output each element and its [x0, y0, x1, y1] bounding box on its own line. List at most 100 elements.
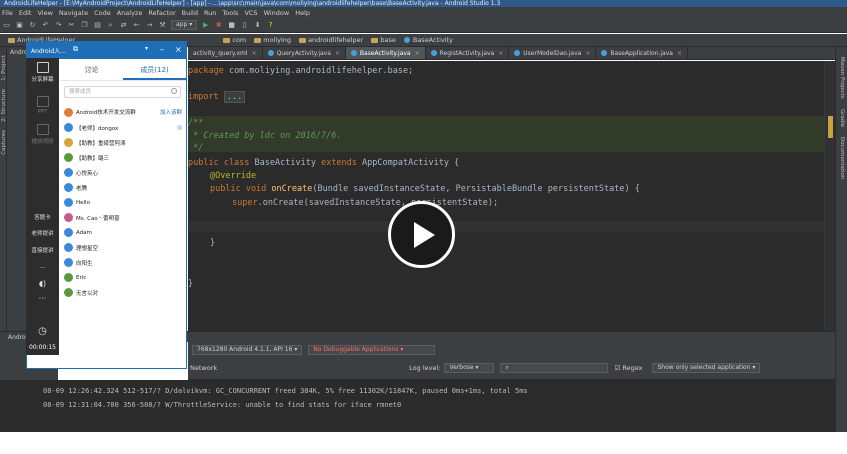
back-icon[interactable]: ← — [132, 21, 141, 30]
tool-gradle[interactable]: Gradle — [839, 109, 845, 127]
menu-window[interactable]: Window — [264, 9, 290, 17]
keyword: public void — [210, 184, 267, 194]
replace-icon[interactable]: ⇄ — [119, 21, 128, 30]
member-row[interactable]: 【老师】dongox ◎ — [60, 120, 186, 135]
play-video-button[interactable]: 播放视频 — [26, 124, 59, 145]
regex-checkbox[interactable]: ☑ Regex — [614, 364, 642, 372]
menu-analyze[interactable]: Analyze — [117, 9, 143, 17]
member-row[interactable]: Adam — [60, 225, 186, 240]
chevron-down-icon[interactable]: ▾ — [145, 45, 148, 52]
tab-query-activity[interactable]: QueryActivity.java × — [263, 47, 346, 59]
direct-talk-button[interactable]: 直接提讲 — [26, 246, 59, 254]
menu-file[interactable]: File — [2, 9, 13, 17]
device-select[interactable]: 768x1280 Android 4.1.1, API 16 ▾ — [192, 344, 303, 355]
tab-members[interactable]: 成员(12) — [123, 59, 186, 80]
popout-icon[interactable]: ⧉ — [73, 45, 78, 54]
minimize-icon[interactable]: – — [160, 45, 164, 54]
member-row[interactable]: 【助教】璐三 — [60, 150, 186, 165]
menu-navigate[interactable]: Navigate — [59, 9, 88, 17]
signal-icon[interactable]: ⌔ — [26, 265, 59, 275]
member-row[interactable]: Hello — [60, 195, 186, 210]
process-select[interactable]: No Debuggable Applications ▾ — [308, 344, 436, 355]
breadcrumb-moliying[interactable]: moliying — [254, 36, 291, 44]
menu-refactor[interactable]: Refactor — [148, 9, 175, 17]
member-search-input[interactable]: 搜索成员 — [64, 86, 181, 98]
breadcrumb-com[interactable]: com — [223, 36, 246, 44]
group-row[interactable]: Android技术开发交流群 加入该群 — [60, 104, 186, 120]
member-row[interactable]: 向阳生 — [60, 255, 186, 270]
close-icon[interactable]: × — [335, 50, 340, 57]
close-icon[interactable]: × — [252, 50, 257, 57]
class-icon — [267, 50, 274, 56]
logcat-output[interactable]: 08-09 12:26:42.324 512-517/? D/dalvikvm:… — [0, 380, 835, 432]
breadcrumb-androidlifehelper[interactable]: androidlifehelper — [299, 36, 363, 44]
save-icon[interactable]: ▣ — [15, 21, 24, 30]
sync-icon[interactable]: ↻ — [28, 21, 37, 30]
close-icon[interactable]: × — [498, 50, 503, 57]
member-row[interactable]: 心悦英心 — [60, 165, 186, 180]
copy-icon[interactable]: ❐ — [80, 21, 89, 30]
member-row[interactable]: 老腾 — [60, 180, 186, 195]
member-row[interactable]: Ms. Cao丶蕾明普 — [60, 210, 186, 225]
teacher-talk-button[interactable]: 老师提讲 — [26, 229, 59, 237]
join-group-link[interactable]: 加入该群 — [160, 108, 182, 116]
menu-view[interactable]: View — [37, 9, 52, 17]
filter-select[interactable]: Show only selected application ▾ — [652, 363, 761, 373]
tab-activity-query[interactable]: activity_query.xml × — [188, 47, 263, 59]
ppt-button[interactable]: PPT — [26, 96, 59, 115]
menu-tools[interactable]: Tools — [222, 9, 238, 17]
tab-user-model-dao[interactable]: UserModelDao.java × — [509, 47, 597, 59]
forward-icon[interactable]: → — [145, 21, 154, 30]
member-name: 无言以对 — [76, 290, 99, 297]
undo-icon[interactable]: ↶ — [41, 21, 50, 30]
avd-icon[interactable]: ▯ — [240, 21, 249, 30]
class-name: BaseActivity — [249, 158, 322, 168]
menu-run[interactable]: Run — [204, 9, 216, 17]
close-icon[interactable]: × — [175, 45, 182, 54]
tool-documentation[interactable]: Documentation — [839, 137, 845, 179]
member-row[interactable]: 【助教】重磅营阿涛 — [60, 135, 186, 150]
menu-edit[interactable]: Edit — [19, 9, 32, 17]
close-icon[interactable]: × — [415, 50, 420, 57]
build-icon[interactable]: ⚒ — [158, 21, 167, 30]
close-icon[interactable]: × — [677, 50, 682, 57]
close-icon[interactable]: × — [585, 50, 590, 57]
tab-regist-activity[interactable]: RegistActivity.java × — [426, 47, 510, 59]
tool-maven-projects[interactable]: Maven Projects — [839, 57, 845, 99]
run-config-select[interactable]: app ▾ — [171, 20, 198, 30]
editor-scrollbar[interactable] — [824, 61, 835, 331]
redo-icon[interactable]: ↷ — [54, 21, 63, 30]
help-icon[interactable]: ? — [266, 21, 275, 30]
more-icon[interactable]: ··· — [26, 294, 59, 303]
debug-icon[interactable]: ✱ — [214, 21, 223, 30]
code-editor[interactable]: package com.moliying.androidlifehelper.b… — [188, 61, 824, 331]
share-screen-button[interactable]: 分享屏幕 — [26, 62, 59, 83]
stop-icon[interactable]: ■ — [227, 21, 236, 30]
logcat-search-input[interactable]: ⌕ — [500, 363, 609, 373]
folder-icon[interactable]: ▭ — [2, 21, 11, 30]
menu-vcs[interactable]: VCS — [244, 9, 257, 17]
answer-card-button[interactable]: 答题卡 — [26, 213, 59, 221]
member-row[interactable]: 理想星空 — [60, 240, 186, 255]
sdk-icon[interactable]: ⬇ — [253, 21, 262, 30]
breadcrumb-base[interactable]: base — [371, 36, 396, 44]
paste-icon[interactable]: ▤ — [93, 21, 102, 30]
folded-imports[interactable]: ... — [223, 91, 246, 103]
search-icon[interactable]: ⌕ — [106, 21, 115, 30]
network-label[interactable]: Network — [190, 364, 217, 372]
member-row[interactable]: 无言以对 — [60, 285, 186, 300]
tab-discussion[interactable]: 讨论 — [60, 59, 123, 80]
log-level-select[interactable]: Verbose ▾ — [444, 363, 495, 373]
tab-base-activity[interactable]: BaseActivity.java × — [345, 47, 426, 59]
menu-help[interactable]: Help — [295, 9, 310, 17]
menu-build[interactable]: Build — [182, 9, 198, 17]
member-row[interactable]: Eric — [60, 270, 186, 285]
breadcrumb-baseactivity[interactable]: BaseActivity — [403, 36, 453, 44]
run-icon[interactable]: ▶ — [201, 21, 210, 30]
keyword: public class — [188, 158, 250, 168]
menu-code[interactable]: Code — [94, 9, 111, 17]
video-play-button[interactable] — [388, 201, 455, 268]
cut-icon[interactable]: ✂ — [67, 21, 76, 30]
speaker-icon[interactable]: ◖) — [26, 279, 59, 288]
tab-base-application[interactable]: BaseApplication.java × — [596, 47, 688, 59]
